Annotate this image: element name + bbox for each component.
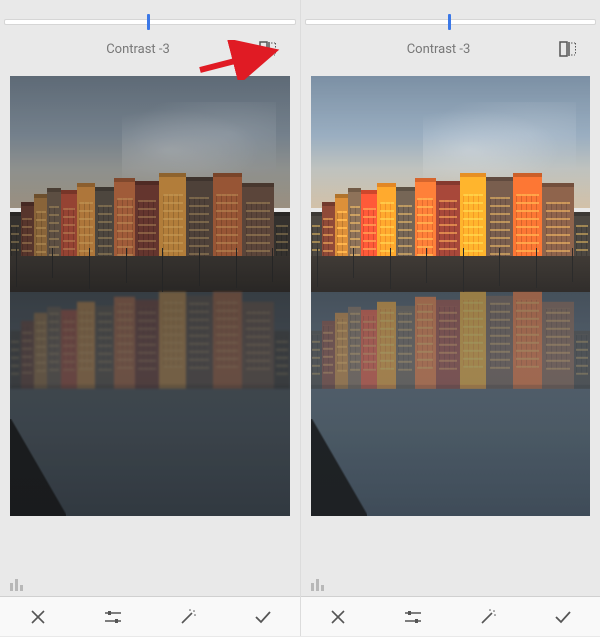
spacer xyxy=(0,0,300,14)
sliders-icon xyxy=(104,609,122,625)
slider-label: Contrast -3 xyxy=(301,42,548,57)
slider-label-row: Contrast -3 xyxy=(0,30,300,66)
editor-pane-after: Contrast -3 xyxy=(300,0,600,636)
histogram-icon xyxy=(10,577,26,591)
slider-handle[interactable] xyxy=(147,14,150,30)
photo-viewport xyxy=(0,66,300,556)
slider-label-row: Contrast -3 xyxy=(301,30,600,66)
slider-label: Contrast -3 xyxy=(0,42,248,57)
slider-handle[interactable] xyxy=(448,14,451,30)
compare-toggle-button[interactable] xyxy=(548,29,588,69)
bottom-toolbar xyxy=(0,596,300,636)
slider-track xyxy=(305,19,596,25)
photo-preview[interactable] xyxy=(10,76,290,516)
cancel-button[interactable] xyxy=(318,597,358,637)
sliders-icon xyxy=(404,609,422,625)
auto-fix-button[interactable] xyxy=(168,597,208,637)
check-icon xyxy=(554,610,572,624)
side-by-side-comparison: Contrast -3 xyxy=(0,0,600,636)
close-icon xyxy=(330,609,346,625)
tune-button[interactable] xyxy=(393,597,433,637)
spacer xyxy=(301,0,600,14)
histogram-row xyxy=(0,556,300,596)
contrast-slider[interactable] xyxy=(301,14,600,30)
histogram-row xyxy=(301,556,600,596)
magic-wand-icon xyxy=(179,608,197,626)
close-icon xyxy=(30,609,46,625)
compare-toggle-button[interactable] xyxy=(248,29,288,69)
magic-wand-icon xyxy=(479,608,497,626)
tune-button[interactable] xyxy=(93,597,133,637)
photo-preview[interactable] xyxy=(311,76,590,516)
apply-button[interactable] xyxy=(543,597,583,637)
cancel-button[interactable] xyxy=(18,597,58,637)
harbor-photo xyxy=(10,76,290,516)
compare-icon xyxy=(559,41,577,57)
histogram-icon xyxy=(311,577,327,591)
slider-track xyxy=(4,19,296,25)
contrast-slider[interactable] xyxy=(0,14,300,30)
compare-icon xyxy=(259,41,277,57)
bottom-toolbar xyxy=(301,596,600,636)
editor-pane-before: Contrast -3 xyxy=(0,0,300,636)
auto-fix-button[interactable] xyxy=(468,597,508,637)
harbor-photo xyxy=(311,76,590,516)
photo-viewport xyxy=(301,66,600,556)
check-icon xyxy=(254,610,272,624)
apply-button[interactable] xyxy=(243,597,283,637)
